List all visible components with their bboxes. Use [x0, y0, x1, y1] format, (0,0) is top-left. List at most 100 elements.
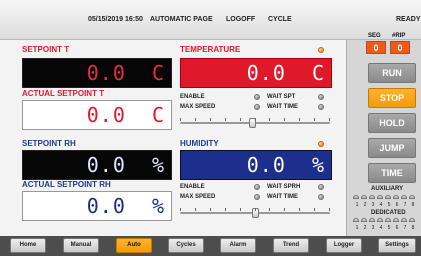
- auxiliary-indicator-number: 3: [371, 202, 375, 208]
- dedicated-indicator-number: 2: [363, 225, 367, 231]
- auxiliary-indicator-number: 4: [379, 202, 383, 208]
- auxiliary-indicator-number: 6: [395, 202, 399, 208]
- humidity-title: HUMIDITY: [180, 139, 219, 148]
- dedicated-indicator-led: [385, 218, 391, 222]
- actual-setpoint-t-value: 0.0: [86, 103, 126, 127]
- auxiliary-indicator-led: [377, 195, 383, 199]
- auxiliary-indicators: [353, 195, 415, 199]
- dedicated-indicator-number: 8: [411, 225, 415, 231]
- setpoint-rh-unit: %: [151, 153, 165, 177]
- slider-tick: [240, 118, 241, 121]
- slider-tick: [269, 118, 270, 121]
- dedicated-label: DEDICATED: [371, 210, 406, 216]
- auxiliary-indicator-number: 8: [411, 202, 415, 208]
- hum-speed-slider[interactable]: [180, 208, 330, 218]
- actual-setpoint-t-label: ACTUAL SETPOINT T: [22, 89, 105, 98]
- setpoint-rh-display[interactable]: 0.0 %: [22, 150, 172, 180]
- dedicated-indicator-led: [369, 218, 375, 222]
- setpoint-t-display[interactable]: 0.0 C: [22, 58, 172, 88]
- seg-value: 0: [366, 41, 386, 54]
- slider-tick: [314, 208, 315, 211]
- temperature-title: TEMPERATURE: [180, 45, 241, 54]
- actual-setpoint-rh-label: ACTUAL SETPOINT RH: [22, 180, 111, 189]
- stop-button[interactable]: STOP: [368, 88, 416, 108]
- humidity-status-led: [318, 141, 324, 147]
- temp-enable-label: ENABLE: [180, 94, 205, 100]
- slider-tick: [225, 208, 226, 211]
- temp-wait-spt-led[interactable]: [318, 94, 324, 100]
- hum-max-speed-label: MAX SPEED: [180, 194, 216, 200]
- run-button[interactable]: RUN: [368, 63, 416, 83]
- slider-tick: [255, 208, 256, 211]
- temperature-unit: C: [311, 61, 325, 85]
- setpoint-t-label: SETPOINT T: [22, 45, 70, 54]
- slider-tick: [329, 118, 330, 121]
- jump-button[interactable]: JUMP: [368, 138, 416, 158]
- slider-tick: [180, 208, 181, 211]
- temp-enable-led[interactable]: [254, 94, 260, 100]
- slider-tick: [284, 208, 285, 211]
- hum-enable-led[interactable]: [254, 184, 260, 190]
- slider-tick: [210, 118, 211, 121]
- auxiliary-indicator-led: [369, 195, 375, 199]
- actual-setpoint-rh-unit: %: [151, 194, 165, 218]
- auxiliary-numbers: 12345678: [354, 202, 416, 208]
- temp-speed-slider[interactable]: [180, 118, 330, 128]
- setpoint-t-value: 0.0: [86, 61, 126, 85]
- dedicated-indicators: [353, 218, 415, 222]
- dedicated-indicator-number: 3: [371, 225, 375, 231]
- temp-max-speed-led[interactable]: [254, 104, 260, 110]
- top-bar: 05/15/2019 16:50 AUTOMATIC PAGE LOGOFF C…: [0, 0, 421, 40]
- dedicated-indicator-led: [377, 218, 383, 222]
- hum-wait-time-led[interactable]: [318, 194, 324, 200]
- dedicated-indicator-led: [401, 218, 407, 222]
- rip-value: 0: [390, 41, 410, 54]
- nav-alarm-button[interactable]: Alarm: [220, 238, 256, 253]
- temperature-value: 0.0: [246, 61, 286, 85]
- slider-tick: [314, 118, 315, 121]
- dedicated-indicator-number: 1: [355, 225, 359, 231]
- temp-wait-time-label: WAIT TIME: [267, 104, 298, 110]
- temp-wait-time-led[interactable]: [318, 104, 324, 110]
- slider-tick: [225, 118, 226, 121]
- seg-label: SEG: [368, 33, 381, 39]
- cycle-button[interactable]: CYCLE: [268, 16, 292, 23]
- slider-tick: [284, 118, 285, 121]
- slider-tick: [195, 118, 196, 121]
- slider-tick: [180, 118, 181, 121]
- logoff-button[interactable]: LOGOFF: [226, 16, 255, 23]
- nav-auto-button[interactable]: Auto: [116, 238, 152, 253]
- temperature-status-led: [318, 47, 324, 53]
- nav-manual-button[interactable]: Manual: [63, 238, 99, 253]
- humidity-value: 0.0: [246, 153, 286, 177]
- datetime: 05/15/2019 16:50: [88, 16, 143, 23]
- nav-cycles-button[interactable]: Cycles: [168, 238, 204, 253]
- hum-max-speed-led[interactable]: [254, 194, 260, 200]
- slider-tick: [195, 208, 196, 211]
- page-title: AUTOMATIC PAGE: [150, 16, 213, 23]
- humidity-unit: %: [311, 153, 325, 177]
- hum-enable-label: ENABLE: [180, 184, 205, 190]
- auxiliary-indicator-led: [393, 195, 399, 199]
- setpoint-rh-label: SETPOINT RH: [22, 139, 76, 148]
- slider-tick: [299, 208, 300, 211]
- dedicated-indicator-led: [409, 218, 415, 222]
- time-button[interactable]: TIME: [368, 163, 416, 183]
- nav-trend-button[interactable]: Trend: [273, 238, 309, 253]
- nav-logger-button[interactable]: Logger: [326, 238, 362, 253]
- status-text: READY: [396, 16, 421, 23]
- dedicated-indicator-number: 6: [395, 225, 399, 231]
- dedicated-indicator-led: [393, 218, 399, 222]
- hum-wait-time-label: WAIT TIME: [267, 194, 298, 200]
- slider-tick: [210, 208, 211, 211]
- rip-label: #RIP: [392, 33, 406, 39]
- auxiliary-indicator-led: [401, 195, 407, 199]
- nav-settings-button[interactable]: Settings: [378, 238, 416, 253]
- slider-tick: [255, 118, 256, 121]
- dedicated-indicator-led: [353, 218, 359, 222]
- nav-home-button[interactable]: Home: [10, 238, 46, 253]
- temp-max-speed-label: MAX SPEED: [180, 104, 216, 110]
- dedicated-indicator-number: 4: [379, 225, 383, 231]
- hum-wait-sprh-led[interactable]: [318, 184, 324, 190]
- hold-button[interactable]: HOLD: [368, 113, 416, 133]
